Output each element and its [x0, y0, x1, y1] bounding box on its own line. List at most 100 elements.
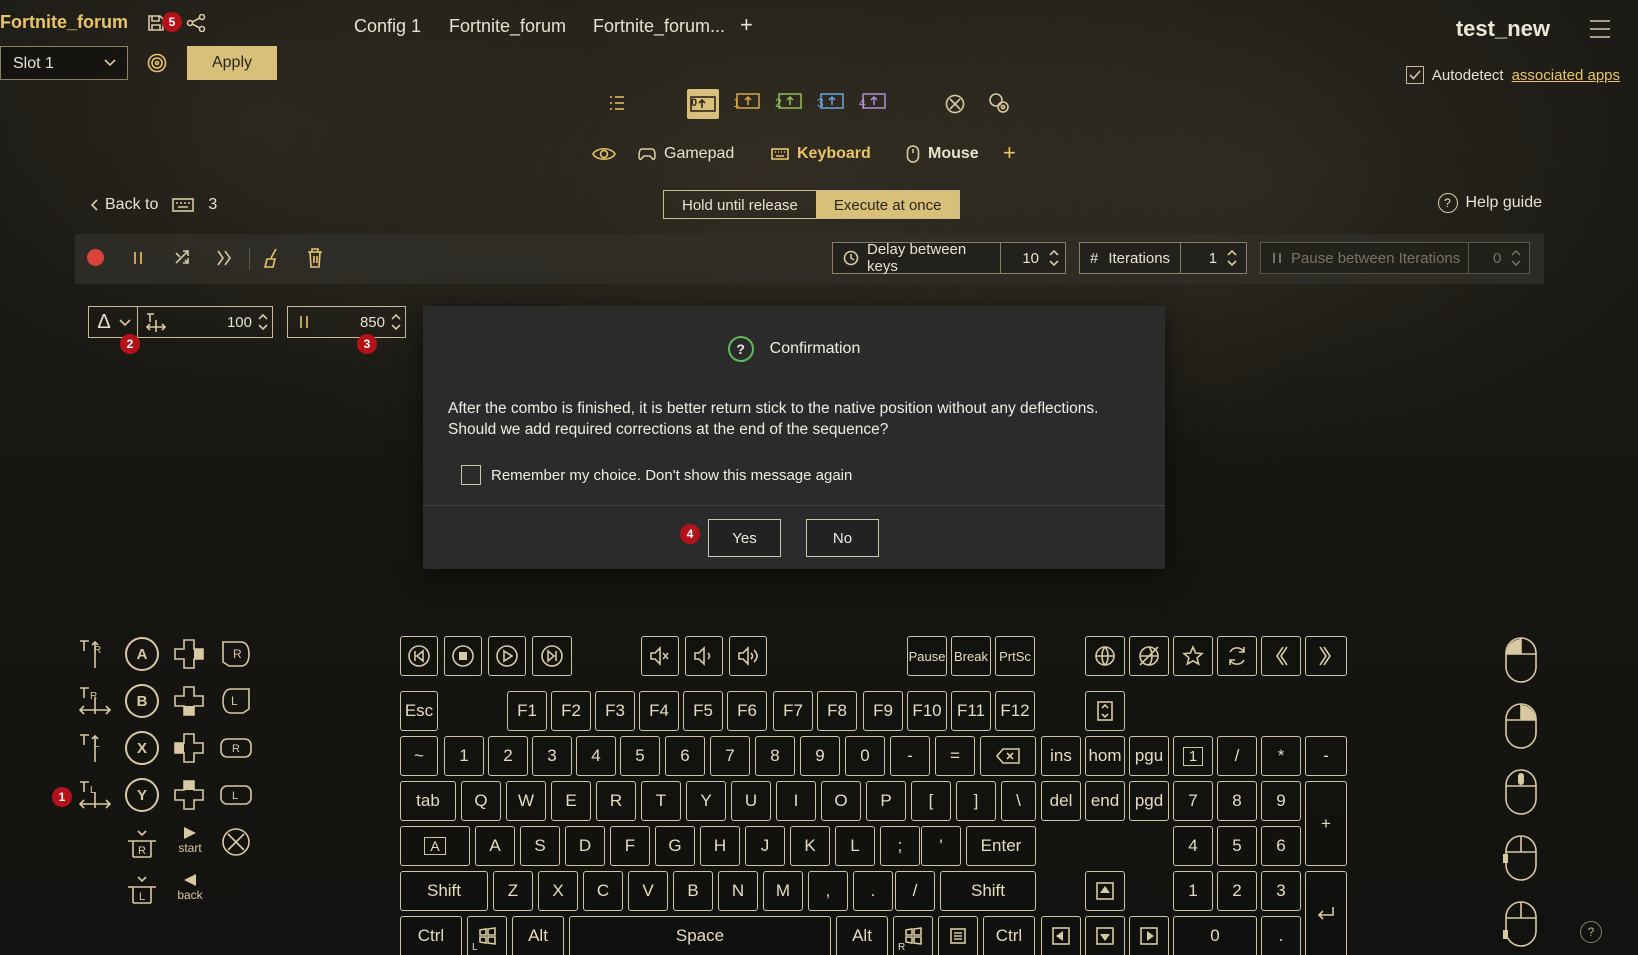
media-stop-key[interactable]: [444, 636, 482, 676]
step-stick-stepper[interactable]: [258, 313, 272, 331]
y-key[interactable]: Y: [686, 781, 726, 821]
right-alt-key[interactable]: Alt: [836, 916, 888, 955]
x-key[interactable]: X: [538, 871, 578, 911]
u-key[interactable]: U: [731, 781, 771, 821]
delete-icon[interactable]: [305, 247, 325, 269]
numpad-enter-key[interactable]: [1305, 871, 1347, 955]
numpad-plus-key[interactable]: +: [1305, 781, 1347, 866]
execute-at-once-option[interactable]: Execute at once: [815, 191, 960, 218]
context-menu-key[interactable]: [938, 916, 978, 955]
tab-fortnite-forum-2[interactable]: Fortnite_forum...: [593, 16, 725, 37]
delay-stepper[interactable]: [1043, 249, 1065, 267]
left-bumper-icon[interactable]: L: [218, 777, 254, 813]
period-key[interactable]: .: [853, 871, 893, 911]
right-shift-key[interactable]: Shift: [940, 871, 1036, 911]
f3-key[interactable]: F3: [595, 691, 635, 731]
e-key[interactable]: E: [551, 781, 591, 821]
z-key[interactable]: Z: [493, 871, 533, 911]
step-pause-duration[interactable]: 850: [312, 314, 391, 331]
numpad-7-key[interactable]: 7: [1173, 781, 1213, 821]
b-key[interactable]: B: [673, 871, 713, 911]
left-ctrl-key[interactable]: Ctrl: [400, 916, 462, 955]
pause-between-iterations-input[interactable]: 0: [1469, 250, 1505, 267]
f1-key[interactable]: F1: [507, 691, 547, 731]
mouse-right-button-icon[interactable]: [1503, 702, 1539, 750]
mouse-side-back-button-icon[interactable]: [1503, 834, 1539, 882]
right-stick-press-icon[interactable]: R: [124, 826, 160, 862]
pause-key[interactable]: Pause: [907, 636, 947, 676]
start-button[interactable]: start: [172, 825, 208, 855]
right-trigger-icon[interactable]: R: [218, 636, 254, 672]
remember-choice-checkbox[interactable]: [461, 465, 481, 485]
numpad-decimal-key[interactable]: .: [1261, 916, 1301, 955]
button-x[interactable]: X: [124, 730, 160, 766]
left-shift-key[interactable]: Shift: [400, 871, 488, 911]
f6-key[interactable]: F6: [727, 691, 767, 731]
f2-key[interactable]: F2: [551, 691, 591, 731]
tab-key[interactable]: tab: [400, 781, 456, 821]
dpad-right-icon[interactable]: [171, 636, 207, 672]
volume-down-key[interactable]: [685, 636, 723, 676]
slash-key[interactable]: /: [895, 871, 935, 911]
xbox-guide-icon[interactable]: [218, 824, 254, 860]
apply-button[interactable]: Apply: [187, 46, 277, 80]
page-up-key[interactable]: pgu: [1129, 736, 1169, 776]
tilde-key[interactable]: ~: [400, 736, 438, 776]
digit-8-key[interactable]: 8: [755, 736, 795, 776]
semicolon-key[interactable]: ;: [880, 826, 920, 866]
d-key[interactable]: D: [565, 826, 605, 866]
f5-key[interactable]: F5: [683, 691, 723, 731]
slot-3-button[interactable]: 3: [817, 90, 845, 114]
step-pause[interactable]: 850: [287, 306, 406, 338]
k-key[interactable]: K: [790, 826, 830, 866]
mode-tab-gamepad[interactable]: Gamepad: [638, 145, 734, 163]
browser-forward-key[interactable]: [1305, 636, 1347, 676]
right-ctrl-key[interactable]: Ctrl: [983, 916, 1035, 955]
digit-7-key[interactable]: 7: [710, 736, 750, 776]
m-key[interactable]: M: [763, 871, 803, 911]
c-key[interactable]: C: [583, 871, 623, 911]
digit-5-key[interactable]: 5: [620, 736, 660, 776]
mouse-middle-button-icon[interactable]: [1503, 768, 1539, 816]
digit-3-key[interactable]: 3: [532, 736, 572, 776]
list-icon[interactable]: [608, 94, 626, 112]
v-key[interactable]: V: [628, 871, 668, 911]
help-guide-link[interactable]: ? Help guide: [1437, 193, 1542, 213]
step-stick-move[interactable]: Δ 100: [88, 306, 273, 338]
f12-key[interactable]: F12: [995, 691, 1035, 731]
n-key[interactable]: N: [718, 871, 758, 911]
digit-6-key[interactable]: 6: [665, 736, 705, 776]
comma-key[interactable]: ,: [808, 871, 848, 911]
right-bumper-icon[interactable]: R: [218, 730, 254, 766]
f10-key[interactable]: F10: [907, 691, 947, 731]
mode-tab-mouse[interactable]: Mouse: [906, 145, 979, 163]
browser-back-key[interactable]: [1261, 636, 1301, 676]
numpad-2-key[interactable]: 2: [1217, 871, 1257, 911]
button-b[interactable]: B: [124, 683, 160, 719]
end-key[interactable]: end: [1085, 781, 1125, 821]
f7-key[interactable]: F7: [773, 691, 813, 731]
brush-icon[interactable]: [262, 247, 282, 269]
pause-stepper[interactable]: [1505, 249, 1527, 267]
o-key[interactable]: O: [821, 781, 861, 821]
backslash-key[interactable]: \: [1001, 781, 1036, 821]
left-win-key[interactable]: L: [467, 916, 507, 955]
digit-2-key[interactable]: 2: [488, 736, 528, 776]
s-key[interactable]: S: [520, 826, 560, 866]
scroll-lock-key[interactable]: [1085, 691, 1125, 731]
xbox-icon[interactable]: [945, 94, 965, 114]
slot-2-button[interactable]: 2: [775, 90, 803, 114]
g-key[interactable]: G: [655, 826, 695, 866]
left-trigger-icon[interactable]: L: [218, 683, 254, 719]
no-button[interactable]: No: [806, 519, 879, 557]
a-key[interactable]: A: [475, 826, 515, 866]
minus-key[interactable]: -: [890, 736, 930, 776]
arrow-up-key[interactable]: [1085, 871, 1125, 911]
target-icon[interactable]: [146, 52, 168, 74]
arrow-right-key[interactable]: [1129, 916, 1169, 955]
right-bracket-key[interactable]: ]: [956, 781, 996, 821]
delay-between-keys-input[interactable]: 10: [1001, 250, 1043, 267]
media-play-key[interactable]: [488, 636, 526, 676]
q-key[interactable]: Q: [461, 781, 501, 821]
numpad-6-key[interactable]: 6: [1261, 826, 1301, 866]
